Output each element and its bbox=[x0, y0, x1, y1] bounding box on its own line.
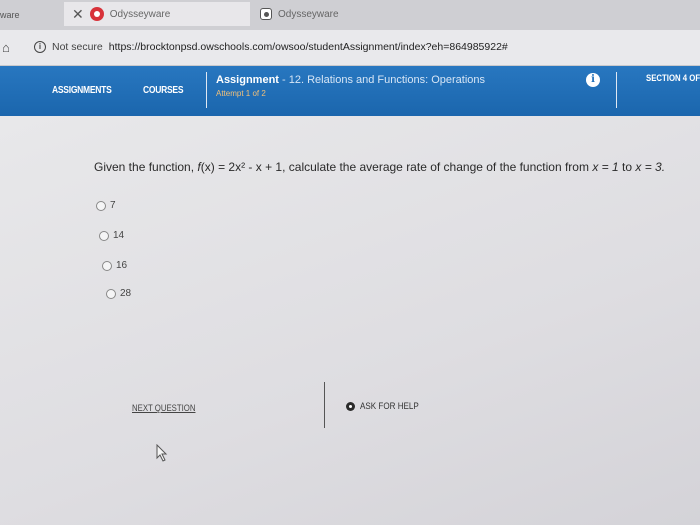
browser-address-bar: ⌂ i Not secure https://brocktonpsd.owsch… bbox=[0, 30, 700, 66]
option-label: 7 bbox=[110, 200, 116, 211]
app-nav-bar: ASSIGNMENTS COURSES Assignment - 12. Rel… bbox=[0, 66, 700, 116]
footer-divider bbox=[324, 382, 325, 428]
tab-title: Odysseyware bbox=[278, 8, 339, 20]
nav-assignments[interactable]: ASSIGNMENTS bbox=[52, 85, 112, 96]
browser-tab-partial[interactable]: ware bbox=[0, 6, 64, 30]
answer-option[interactable]: 7 bbox=[96, 200, 116, 211]
radio-button[interactable] bbox=[102, 260, 112, 271]
url-field[interactable]: i Not secure https://brocktonpsd.owschoo… bbox=[34, 36, 554, 58]
ask-for-help-button[interactable]: ASK FOR HELP bbox=[346, 401, 429, 412]
nav-divider bbox=[206, 72, 207, 108]
section-indicator: SECTION 4 OF bbox=[646, 73, 700, 84]
option-label: 16 bbox=[116, 260, 128, 271]
assignment-label: Assignment bbox=[216, 74, 279, 86]
next-question-button[interactable]: NEXT QUESTION bbox=[132, 403, 195, 414]
ask-for-help-label: ASK FOR HELP bbox=[360, 401, 419, 412]
odysseyware-favicon-icon bbox=[89, 7, 104, 21]
answer-option[interactable]: 14 bbox=[99, 230, 124, 241]
interval-connector: to bbox=[618, 160, 636, 174]
home-icon[interactable]: ⌂ bbox=[2, 41, 16, 54]
radio-button[interactable] bbox=[106, 288, 116, 299]
answer-option[interactable]: 16 bbox=[102, 260, 127, 271]
interval-start: x = 1 bbox=[592, 160, 619, 174]
option-label: 28 bbox=[120, 288, 132, 299]
tab-title: Odysseyware bbox=[109, 8, 171, 20]
assignment-subtitle: - 12. Relations and Functions: Operation… bbox=[282, 74, 486, 86]
mouse-cursor-icon bbox=[156, 444, 168, 462]
browser-tab-strip: ware ✕ Odysseyware Odysseyware bbox=[0, 0, 700, 30]
radio-button[interactable] bbox=[96, 200, 106, 211]
attempt-counter: Attempt 1 of 2 bbox=[216, 89, 266, 98]
close-tab-icon[interactable]: ✕ bbox=[72, 6, 84, 23]
option-label: 14 bbox=[113, 230, 125, 241]
info-icon[interactable]: i bbox=[586, 73, 600, 87]
info-icon[interactable]: i bbox=[34, 41, 46, 53]
answer-option[interactable]: 28 bbox=[106, 288, 131, 299]
assignment-title: Assignment - 12. Relations and Functions… bbox=[216, 74, 485, 86]
nav-courses[interactable]: COURSES bbox=[143, 85, 184, 96]
url-text: https://brocktonpsd.owschools.com/owsoo/… bbox=[108, 41, 508, 53]
browser-tab-active[interactable]: ✕ Odysseyware bbox=[64, 2, 250, 26]
nav-divider bbox=[616, 72, 617, 108]
question-text: Given the function, f(x) = 2x² - x + 1, … bbox=[94, 160, 694, 174]
question-prefix: Given the function, bbox=[94, 160, 198, 174]
odysseyware-favicon-icon bbox=[260, 8, 272, 20]
function-definition: = 2x² - x + 1, calculate the average rat… bbox=[214, 160, 593, 174]
tab-title: ware bbox=[0, 10, 20, 20]
help-icon bbox=[346, 402, 355, 411]
question-panel: Given the function, f(x) = 2x² - x + 1, … bbox=[0, 116, 700, 525]
browser-tab[interactable]: Odysseyware bbox=[258, 2, 448, 26]
interval-end: x = 3. bbox=[635, 160, 666, 174]
radio-button[interactable] bbox=[99, 230, 109, 241]
security-label: Not secure bbox=[52, 41, 103, 53]
function-arg: (x) bbox=[200, 160, 215, 174]
